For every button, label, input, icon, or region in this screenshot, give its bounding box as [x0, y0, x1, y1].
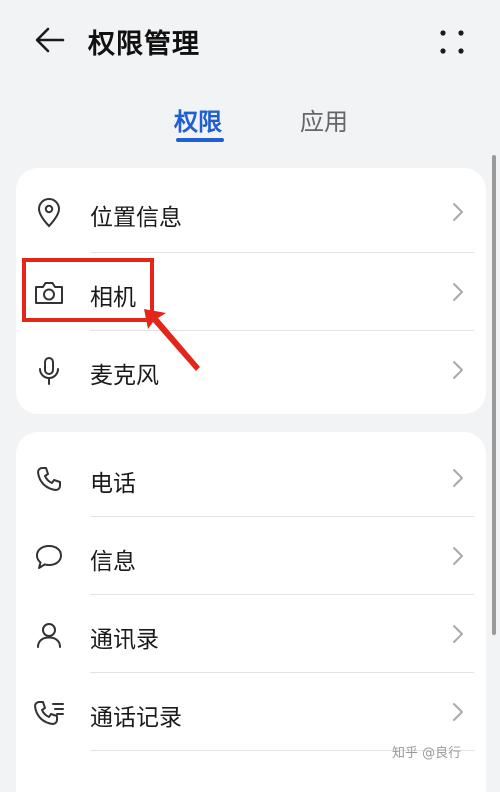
watermark: 知乎 @良行: [392, 746, 462, 761]
contact-person-icon: [32, 618, 66, 652]
permission-item-contacts[interactable]: 通讯录: [16, 594, 486, 674]
annotation-highlight-box: [22, 258, 154, 322]
chevron-right-icon: [453, 361, 463, 379]
item-label: 电话: [90, 471, 136, 497]
permission-item-location[interactable]: 位置信息: [16, 172, 486, 252]
chevron-right-icon: [453, 469, 463, 487]
scrollbar[interactable]: [492, 155, 496, 635]
back-button[interactable]: [28, 20, 72, 60]
top-app-bar: 权限管理: [0, 0, 500, 80]
permission-item-phone[interactable]: 电话: [16, 438, 486, 518]
chevron-right-icon: [453, 283, 463, 301]
annotation-arrow-icon: [144, 309, 200, 371]
chevron-right-icon: [453, 203, 463, 221]
chevron-right-icon: [453, 547, 463, 565]
more-options-button[interactable]: [432, 22, 472, 62]
page-title: 权限管理: [88, 29, 200, 60]
permission-item-messages[interactable]: 信息: [16, 516, 486, 596]
phone-icon: [32, 462, 66, 496]
message-bubble-icon: [32, 540, 66, 574]
location-pin-icon: [32, 196, 66, 230]
back-arrow-icon: [35, 27, 65, 53]
permission-item-microphone[interactable]: 麦克风: [16, 330, 486, 410]
chevron-right-icon: [453, 625, 463, 643]
call-log-icon: [32, 696, 66, 730]
active-tab-indicator: [176, 138, 224, 142]
item-label: 通讯录: [90, 627, 159, 653]
permission-group-2: 电话 信息 通讯录 通话记录: [16, 432, 486, 792]
item-label: 通话记录: [90, 705, 182, 731]
tab-permissions[interactable]: 权限: [174, 102, 222, 137]
more-dots-icon: [440, 30, 464, 54]
tab-apps[interactable]: 应用: [300, 102, 348, 137]
tab-bar: 权限 应用: [0, 98, 500, 148]
item-label: 信息: [90, 549, 136, 575]
permission-item-call-log[interactable]: 通话记录: [16, 672, 486, 752]
chevron-right-icon: [453, 703, 463, 721]
microphone-icon: [32, 354, 66, 388]
item-label: 位置信息: [90, 205, 182, 231]
